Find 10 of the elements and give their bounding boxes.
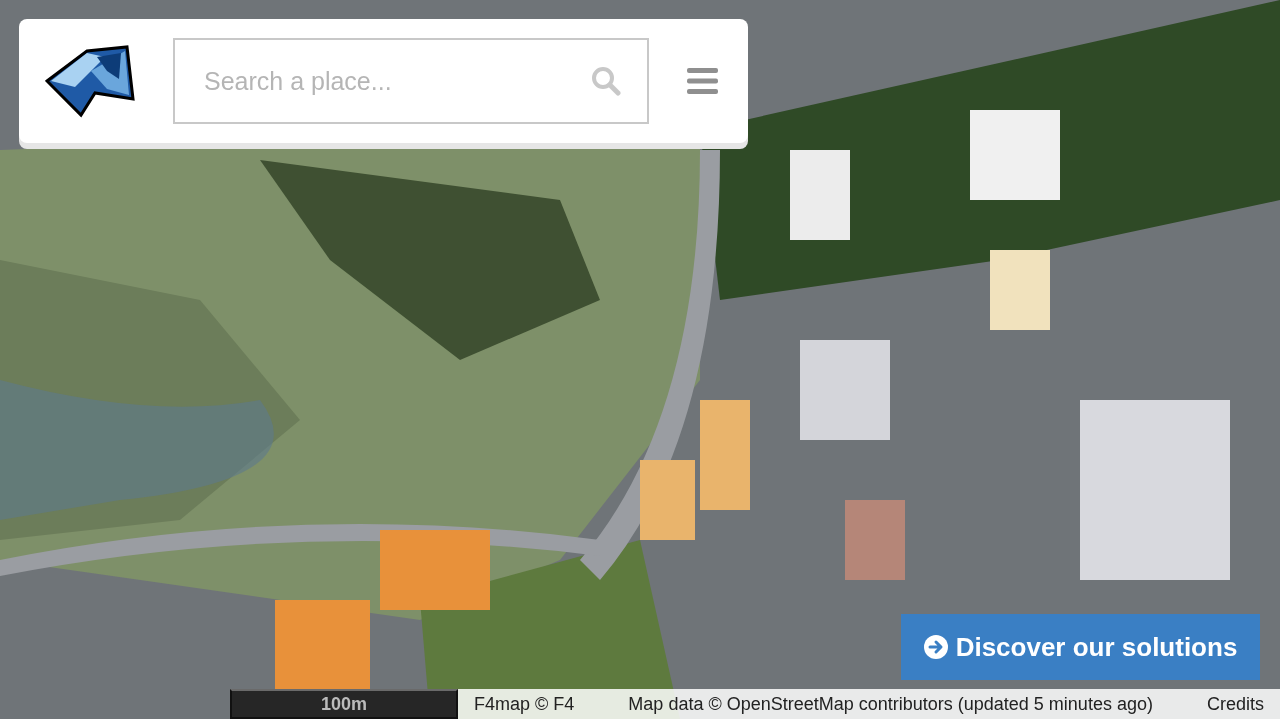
discover-button[interactable]: Discover our solutions xyxy=(901,614,1260,680)
arrow-circle-icon xyxy=(923,635,948,659)
scale-bar: 100m xyxy=(230,689,458,719)
menu-icon[interactable] xyxy=(687,68,718,94)
attribution-text: Map data © OpenStreetMap contributors (updated 5 minutes ago) xyxy=(628,692,1153,716)
credits-link[interactable]: Credits xyxy=(1207,690,1264,718)
logo-icon xyxy=(45,43,135,119)
search-icon[interactable] xyxy=(591,66,621,96)
search-field[interactable]: Search a place... xyxy=(173,38,649,124)
attribution-text: F4map © F4 xyxy=(474,692,575,716)
